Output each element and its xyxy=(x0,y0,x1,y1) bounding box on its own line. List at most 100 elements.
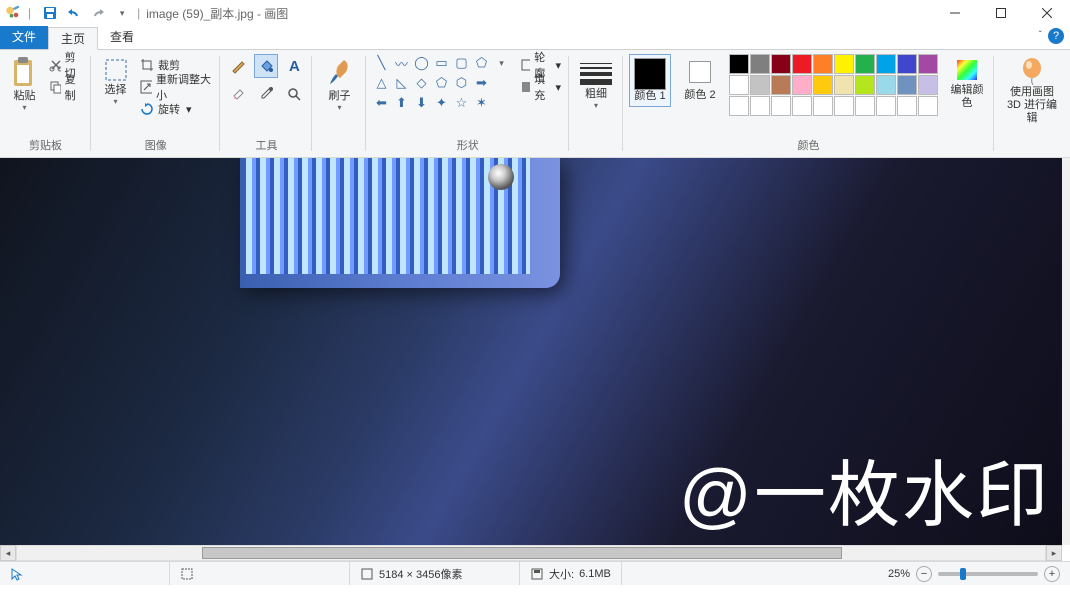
palette-swatch[interactable] xyxy=(813,75,833,95)
shape-uarrow[interactable]: ⬆ xyxy=(392,94,410,112)
shape-rarrow[interactable]: ➡ xyxy=(472,74,490,92)
select-button[interactable]: 选择 ▾ xyxy=(97,54,134,108)
save-button[interactable] xyxy=(39,2,61,24)
fill-menu[interactable]: 填充 ▾ xyxy=(518,76,563,98)
shape-darrow[interactable]: ⬇ xyxy=(412,94,430,112)
palette-swatch[interactable] xyxy=(813,96,833,116)
color2-button[interactable]: 颜色 2 xyxy=(679,54,721,104)
shapes-gallery[interactable]: ╲〰◯▭▢⬠▾ △◺◇⬠⬡➡ ⬅⬆⬇✦☆✶ xyxy=(372,54,510,112)
zoom-slider[interactable] xyxy=(938,572,1038,576)
qat-customize[interactable]: ▾ xyxy=(111,2,133,24)
shape-line[interactable]: ╲ xyxy=(372,54,390,72)
palette-swatch[interactable] xyxy=(750,54,770,74)
palette-swatch[interactable] xyxy=(918,96,938,116)
palette-swatch[interactable] xyxy=(834,75,854,95)
minimize-ribbon[interactable]: ˇ xyxy=(1039,30,1042,41)
zoom-in-button[interactable]: + xyxy=(1044,566,1060,582)
shape-triangle[interactable]: △ xyxy=(372,74,390,92)
palette-swatch[interactable] xyxy=(855,54,875,74)
scroll-left[interactable]: ◂ xyxy=(0,545,16,561)
watermark-text: @一枚水印 xyxy=(679,436,1050,541)
picker-tool[interactable] xyxy=(254,82,278,106)
palette-swatch[interactable] xyxy=(897,75,917,95)
shape-oval[interactable]: ◯ xyxy=(412,54,430,72)
chevron-down-icon: ▾ xyxy=(186,103,192,116)
horizontal-scrollbar[interactable]: ◂ ▸ xyxy=(0,545,1062,561)
shape-5star[interactable]: ☆ xyxy=(452,94,470,112)
palette-swatch[interactable] xyxy=(897,96,917,116)
color1-button[interactable]: 颜色 1 xyxy=(629,54,671,107)
palette-swatch[interactable] xyxy=(729,75,749,95)
palette-swatch[interactable] xyxy=(771,75,791,95)
canvas[interactable]: @一枚水印 xyxy=(0,158,1062,545)
tab-view[interactable]: 查看 xyxy=(98,26,146,49)
fill-tool[interactable] xyxy=(254,54,278,78)
eraser-tool[interactable] xyxy=(226,82,250,106)
shape-curve[interactable]: 〰 xyxy=(392,54,410,72)
scroll-right[interactable]: ▸ xyxy=(1046,545,1062,561)
palette-swatch[interactable] xyxy=(792,75,812,95)
palette-swatch[interactable] xyxy=(855,75,875,95)
help-button[interactable]: ? xyxy=(1048,28,1064,44)
palette-swatch[interactable] xyxy=(855,96,875,116)
scroll-thumb[interactable] xyxy=(202,547,842,559)
palette-swatch[interactable] xyxy=(729,54,749,74)
group-tools: A 工具 xyxy=(220,50,312,157)
dimensions-icon xyxy=(360,567,374,581)
palette-swatch[interactable] xyxy=(897,54,917,74)
palette-swatch[interactable] xyxy=(876,54,896,74)
palette-swatch[interactable] xyxy=(771,54,791,74)
shape-pentagon[interactable]: ⬠ xyxy=(432,74,450,92)
shape-hexagon[interactable]: ⬡ xyxy=(452,74,470,92)
shape-polygon[interactable]: ⬠ xyxy=(472,54,490,72)
shape-diamond[interactable]: ◇ xyxy=(412,74,430,92)
minimize-button[interactable] xyxy=(932,0,978,26)
edit-colors-button[interactable]: 编辑颜色 xyxy=(946,54,988,112)
zoom-out-button[interactable]: − xyxy=(916,566,932,582)
shape-rect[interactable]: ▭ xyxy=(432,54,450,72)
title-bar: | ▾ | image (59)_副本.jpg - 画图 xyxy=(0,0,1070,26)
resize-button[interactable]: 重新调整大小 xyxy=(138,76,214,98)
palette-swatch[interactable] xyxy=(750,96,770,116)
palette-swatch[interactable] xyxy=(918,54,938,74)
text-tool[interactable]: A xyxy=(282,54,306,78)
status-filesize: 大小: 6.1MB xyxy=(520,562,622,585)
pencil-tool[interactable] xyxy=(226,54,250,78)
palette-swatch[interactable] xyxy=(792,96,812,116)
copy-button[interactable]: 复制 xyxy=(47,76,85,98)
shape-larrow[interactable]: ⬅ xyxy=(372,94,390,112)
shape-6star[interactable]: ✶ xyxy=(472,94,490,112)
palette-swatch[interactable] xyxy=(750,75,770,95)
redo-button[interactable] xyxy=(87,2,109,24)
shape-roundrect[interactable]: ▢ xyxy=(452,54,470,72)
vertical-scrollbar[interactable] xyxy=(1062,158,1070,545)
color-palette[interactable] xyxy=(729,54,938,116)
shape-4star[interactable]: ✦ xyxy=(432,94,450,112)
stroke-button[interactable]: 粗细 ▾ xyxy=(575,54,617,112)
palette-swatch[interactable] xyxy=(813,54,833,74)
tab-file[interactable]: 文件 xyxy=(0,26,48,49)
palette-swatch[interactable] xyxy=(876,96,896,116)
window-title: image (59)_副本.jpg - 画图 xyxy=(146,5,288,22)
ribbon: 粘贴 ▾ 剪切 复制 剪贴板 选择 ▾ 裁剪 重新调整大小 旋转 ▾ 图像 xyxy=(0,50,1070,158)
quick-access-toolbar: ▾ xyxy=(39,2,133,24)
tab-home[interactable]: 主页 xyxy=(48,27,98,50)
undo-button[interactable] xyxy=(63,2,85,24)
palette-swatch[interactable] xyxy=(918,75,938,95)
palette-swatch[interactable] xyxy=(771,96,791,116)
brush-button[interactable]: 刷子 ▾ xyxy=(318,54,360,114)
close-button[interactable] xyxy=(1024,0,1070,26)
maximize-button[interactable] xyxy=(978,0,1024,26)
shape-rtriangle[interactable]: ◺ xyxy=(392,74,410,92)
palette-swatch[interactable] xyxy=(792,54,812,74)
paint3d-button[interactable]: 使用画图 3D 进行编辑 xyxy=(1000,54,1064,127)
balloon-icon xyxy=(1017,56,1047,86)
palette-swatch[interactable] xyxy=(729,96,749,116)
palette-swatch[interactable] xyxy=(834,96,854,116)
palette-swatch[interactable] xyxy=(876,75,896,95)
shape-more[interactable]: ▾ xyxy=(492,54,510,72)
paste-button[interactable]: 粘贴 ▾ xyxy=(6,54,43,114)
rotate-button[interactable]: 旋转 ▾ xyxy=(138,98,214,120)
palette-swatch[interactable] xyxy=(834,54,854,74)
magnifier-tool[interactable] xyxy=(282,82,306,106)
